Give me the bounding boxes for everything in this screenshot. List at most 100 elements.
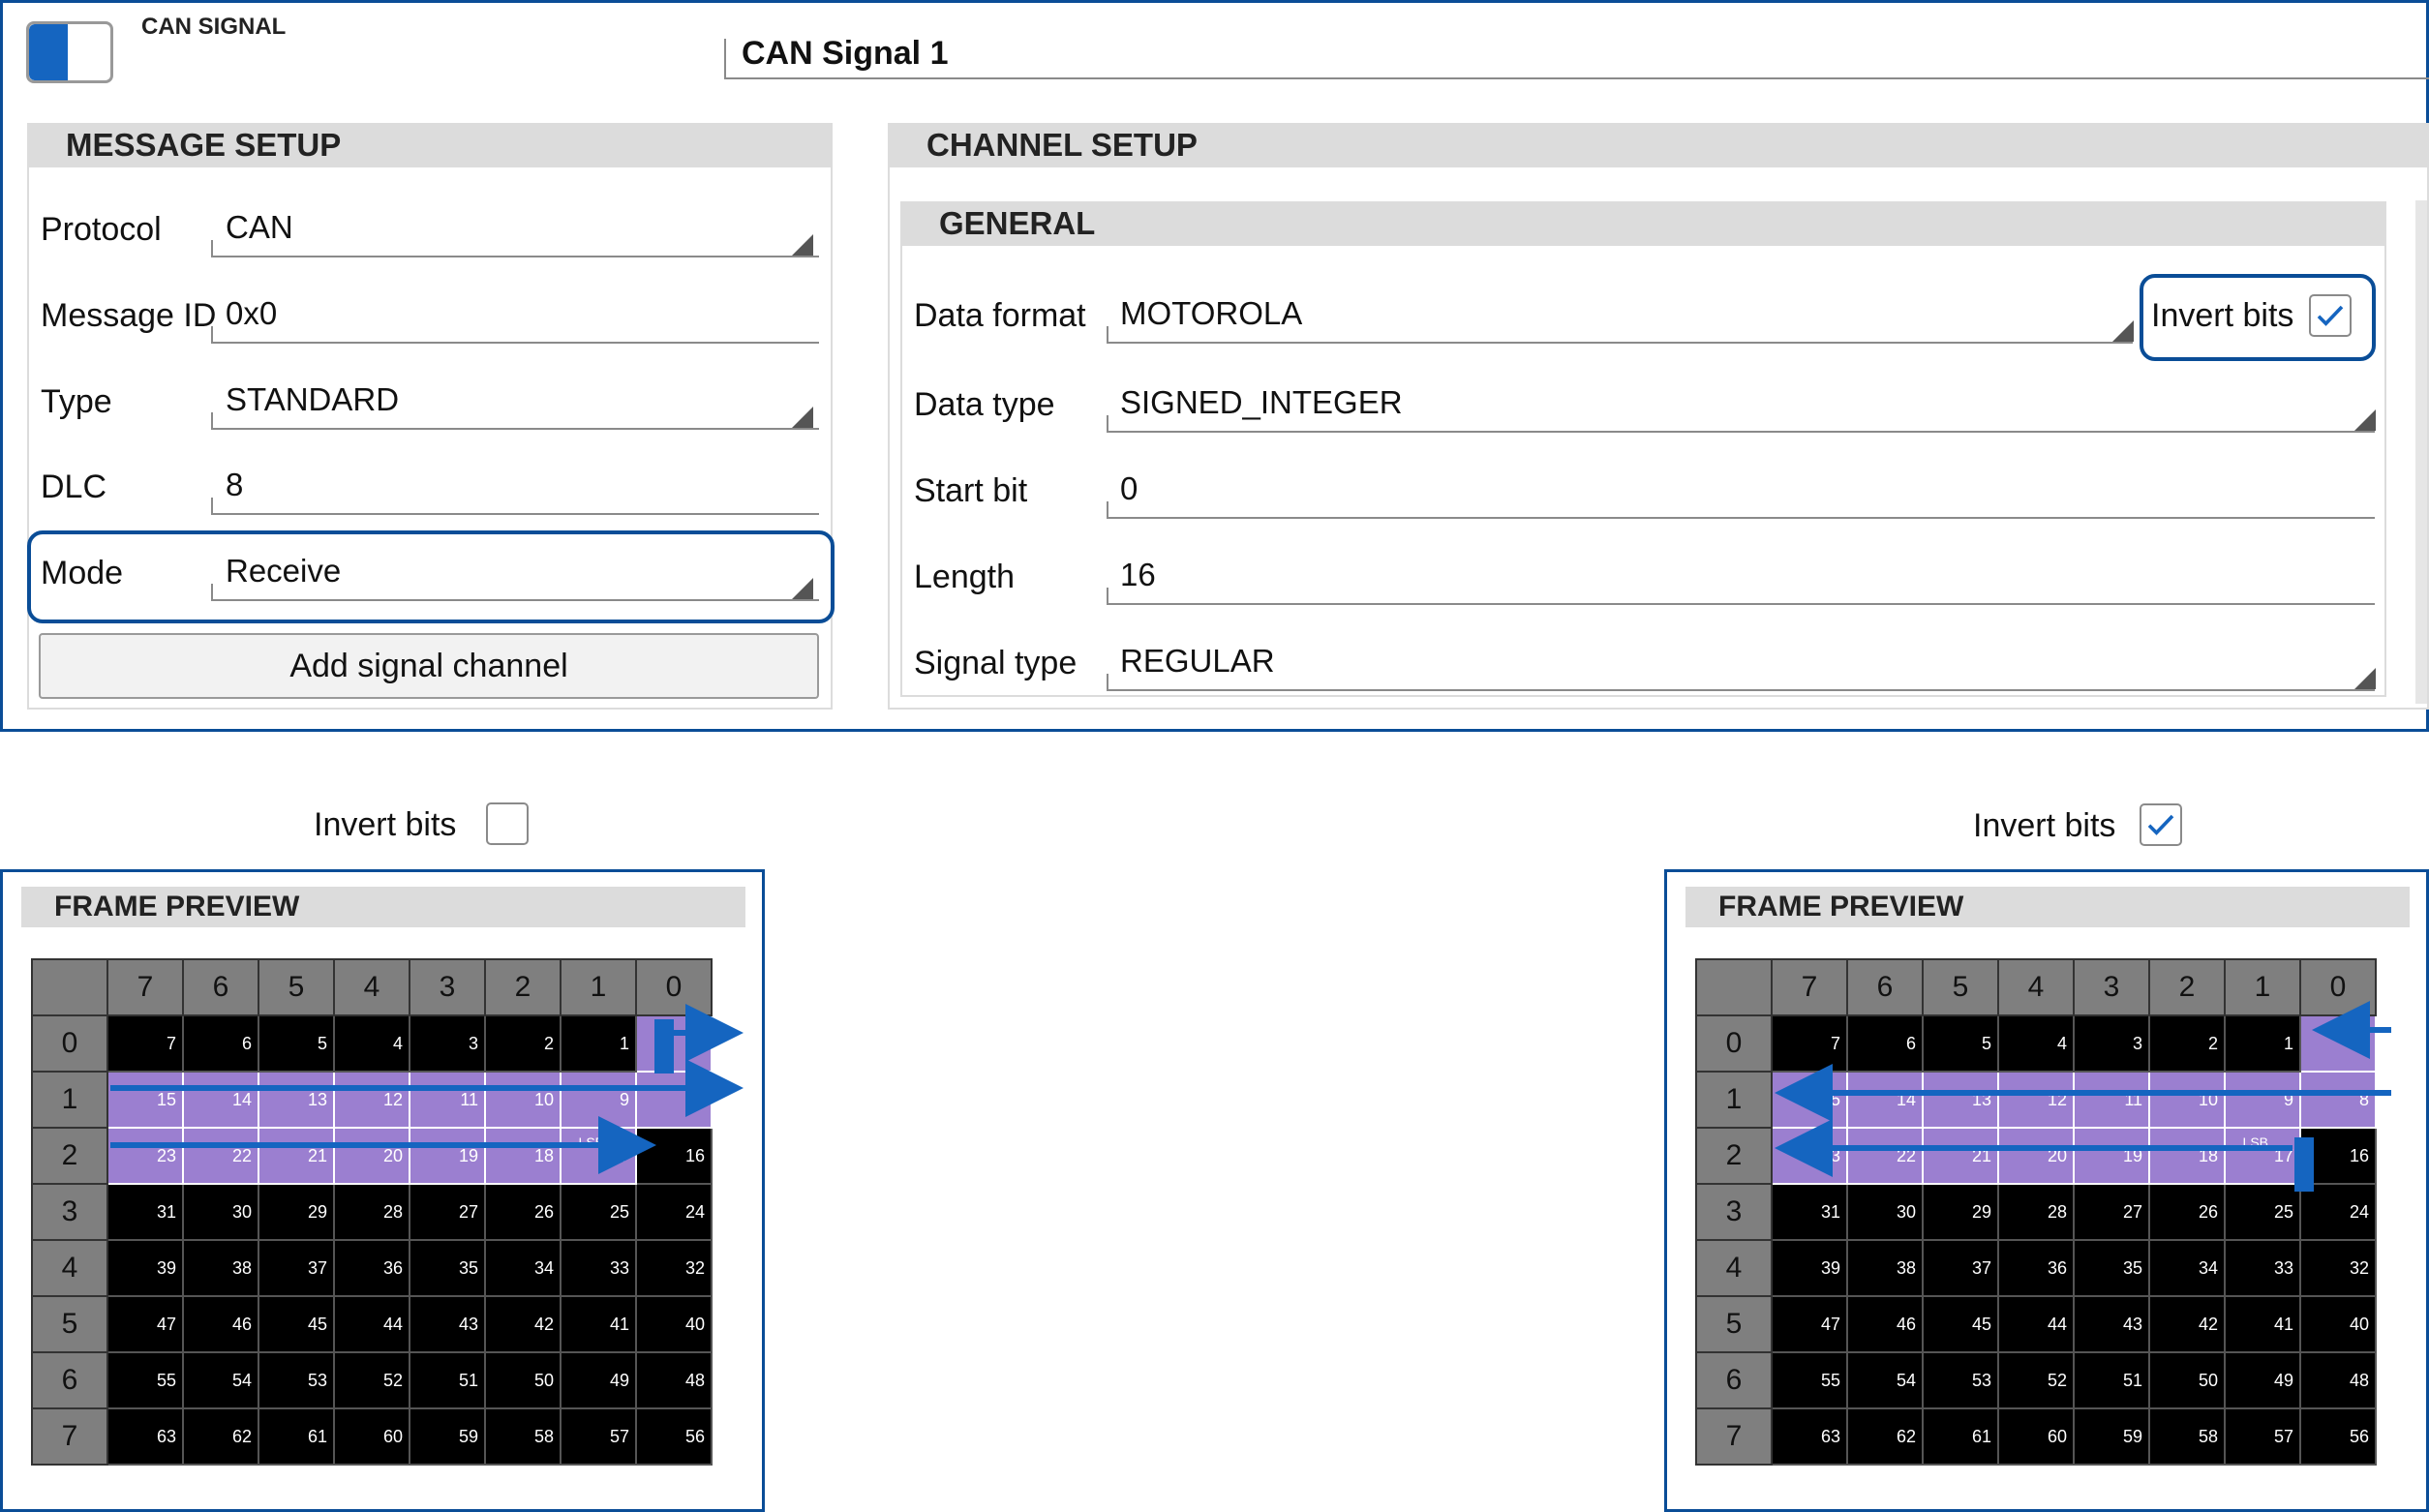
signal-name-input[interactable] [724, 39, 2429, 79]
bit-cell[interactable]: 59 [2073, 1407, 2150, 1466]
bit-cell[interactable]: 36 [1997, 1239, 2075, 1297]
bit-cell[interactable]: 9 [2224, 1071, 2301, 1129]
bit-cell[interactable]: 13 [1922, 1071, 1999, 1129]
bit-cell[interactable]: 26 [484, 1183, 562, 1241]
bit-cell[interactable]: 45 [1922, 1295, 1999, 1353]
bit-cell[interactable]: 14 [182, 1071, 259, 1129]
bit-cell[interactable]: 12 [333, 1071, 410, 1129]
bit-cell[interactable]: 40 [2299, 1295, 2377, 1353]
bit-cell[interactable]: 43 [2073, 1295, 2150, 1353]
bit-cell[interactable]: 9 [560, 1071, 637, 1129]
bit-cell[interactable]: 37 [1922, 1239, 1999, 1297]
bit-cell[interactable]: 0 [635, 1014, 713, 1073]
start-bit-input[interactable] [1107, 501, 2375, 519]
invert-bits-checkbox[interactable] [2309, 294, 2352, 337]
bit-cell[interactable]: 29 [1922, 1183, 1999, 1241]
bit-cell[interactable]: 8 [2299, 1071, 2377, 1129]
bit-cell[interactable]: 54 [182, 1351, 259, 1409]
bit-cell[interactable]: 6 [1846, 1014, 1924, 1073]
bit-cell[interactable]: 16 [635, 1127, 713, 1185]
channel-scrollbar[interactable] [2415, 200, 2427, 704]
bit-cell[interactable]: 51 [2073, 1351, 2150, 1409]
add-signal-channel-button[interactable]: Add signal channel [39, 633, 819, 699]
bit-cell[interactable]: 58 [484, 1407, 562, 1466]
bit-cell[interactable]: 59 [409, 1407, 486, 1466]
bit-cell[interactable]: 34 [2148, 1239, 2226, 1297]
bit-cell[interactable]: 27 [2073, 1183, 2150, 1241]
bit-cell[interactable]: 22 [1846, 1127, 1924, 1185]
bit-cell[interactable]: 39 [1771, 1239, 1848, 1297]
bit-cell[interactable]: 15 [106, 1071, 184, 1129]
bit-cell[interactable]: 23 [1771, 1127, 1848, 1185]
bit-cell[interactable]: 53 [258, 1351, 335, 1409]
bit-cell[interactable]: 38 [1846, 1239, 1924, 1297]
bit-cell[interactable]: 62 [182, 1407, 259, 1466]
bit-cell[interactable]: 1 [560, 1014, 637, 1073]
bit-cell[interactable]: 41 [560, 1295, 637, 1353]
bit-cell[interactable]: 27 [409, 1183, 486, 1241]
bit-cell[interactable]: 49 [2224, 1351, 2301, 1409]
bit-cell[interactable]: 29 [258, 1183, 335, 1241]
bit-cell[interactable]: 24 [2299, 1183, 2377, 1241]
bit-cell[interactable]: 10 [2148, 1071, 2226, 1129]
bit-cell[interactable]: 30 [1846, 1183, 1924, 1241]
message-id-input[interactable] [211, 326, 819, 344]
bit-cell[interactable]: 25 [2224, 1183, 2301, 1241]
bit-cell[interactable]: 19 [409, 1127, 486, 1185]
bit-cell[interactable]: 41 [2224, 1295, 2301, 1353]
bit-cell[interactable]: 39 [106, 1239, 184, 1297]
bit-cell[interactable]: 28 [333, 1183, 410, 1241]
bit-cell[interactable]: LSB 17 [2224, 1127, 2301, 1185]
bit-cell[interactable]: 25 [560, 1183, 637, 1241]
bit-cell[interactable]: 40 [635, 1295, 713, 1353]
bit-cell[interactable]: 62 [1846, 1407, 1924, 1466]
bit-cell[interactable]: 12 [1997, 1071, 2075, 1129]
bit-cell[interactable]: 42 [2148, 1295, 2226, 1353]
bit-cell[interactable]: 20 [333, 1127, 410, 1185]
bit-cell[interactable]: 46 [182, 1295, 259, 1353]
signal-type-dropdown[interactable] [1107, 674, 2375, 691]
can-signal-toggle[interactable] [26, 21, 113, 83]
bit-cell[interactable]: 1 [2224, 1014, 2301, 1073]
bit-cell[interactable]: 14 [1846, 1071, 1924, 1129]
bit-cell[interactable]: 31 [106, 1183, 184, 1241]
bit-cell[interactable]: 30 [182, 1183, 259, 1241]
bit-cell[interactable]: 57 [2224, 1407, 2301, 1466]
bit-cell[interactable]: 26 [2148, 1183, 2226, 1241]
bit-cell[interactable]: 7 [106, 1014, 184, 1073]
bit-cell[interactable]: 63 [1771, 1407, 1848, 1466]
dlc-input[interactable] [211, 498, 819, 515]
bit-cell[interactable]: 8 [635, 1071, 713, 1129]
bit-cell[interactable]: 47 [106, 1295, 184, 1353]
bit-cell[interactable]: 61 [1922, 1407, 1999, 1466]
bit-cell[interactable]: 32 [635, 1239, 713, 1297]
bit-cell[interactable]: 45 [258, 1295, 335, 1353]
bit-cell[interactable]: 55 [106, 1351, 184, 1409]
bit-cell[interactable]: 13 [258, 1071, 335, 1129]
bit-cell[interactable]: 47 [1771, 1295, 1848, 1353]
bit-cell[interactable]: 48 [635, 1351, 713, 1409]
bit-cell[interactable]: 20 [1997, 1127, 2075, 1185]
bit-cell[interactable]: 2 [2148, 1014, 2226, 1073]
bit-cell[interactable]: 60 [1997, 1407, 2075, 1466]
bit-cell[interactable]: 50 [2148, 1351, 2226, 1409]
bit-cell[interactable]: 24 [635, 1183, 713, 1241]
bit-cell[interactable]: 55 [1771, 1351, 1848, 1409]
bit-cell[interactable]: 11 [2073, 1071, 2150, 1129]
bit-cell[interactable]: 42 [484, 1295, 562, 1353]
bit-cell[interactable]: 4 [333, 1014, 410, 1073]
bit-cell[interactable]: LSB 17 [560, 1127, 637, 1185]
bit-cell[interactable]: 6 [182, 1014, 259, 1073]
length-input[interactable] [1107, 588, 2375, 605]
bit-cell[interactable]: 28 [1997, 1183, 2075, 1241]
bit-cell[interactable]: 44 [1997, 1295, 2075, 1353]
bit-cell[interactable]: 16 [2299, 1127, 2377, 1185]
bit-cell[interactable]: 18 [2148, 1127, 2226, 1185]
bit-cell[interactable]: 46 [1846, 1295, 1924, 1353]
bit-cell[interactable]: 35 [2073, 1239, 2150, 1297]
bit-cell[interactable]: 22 [182, 1127, 259, 1185]
bit-cell[interactable]: 53 [1922, 1351, 1999, 1409]
bit-cell[interactable]: 21 [258, 1127, 335, 1185]
bit-cell[interactable]: 23 [106, 1127, 184, 1185]
bit-cell[interactable]: 58 [2148, 1407, 2226, 1466]
